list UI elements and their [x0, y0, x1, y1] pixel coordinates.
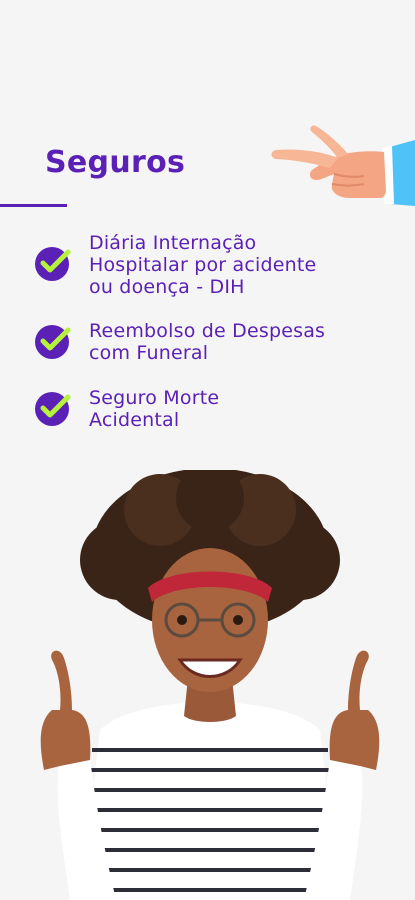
check-circle-icon	[35, 392, 71, 426]
page-title: Seguros	[45, 145, 186, 180]
pointing-hand-icon	[271, 125, 415, 206]
woman-photo	[40, 470, 380, 900]
check-circle-icon	[35, 325, 71, 359]
benefit-label: Diária Internação Hospitalar por acident…	[89, 232, 317, 298]
benefit-label: Reembolso de Despesas com Funeral	[89, 320, 326, 364]
title-underline	[0, 204, 67, 207]
check-circle-icon	[35, 247, 71, 281]
benefit-label: Seguro Morte Acidental	[89, 387, 220, 431]
benefits-screen: Seguros Diária Internação Hospitalar por…	[0, 0, 415, 900]
